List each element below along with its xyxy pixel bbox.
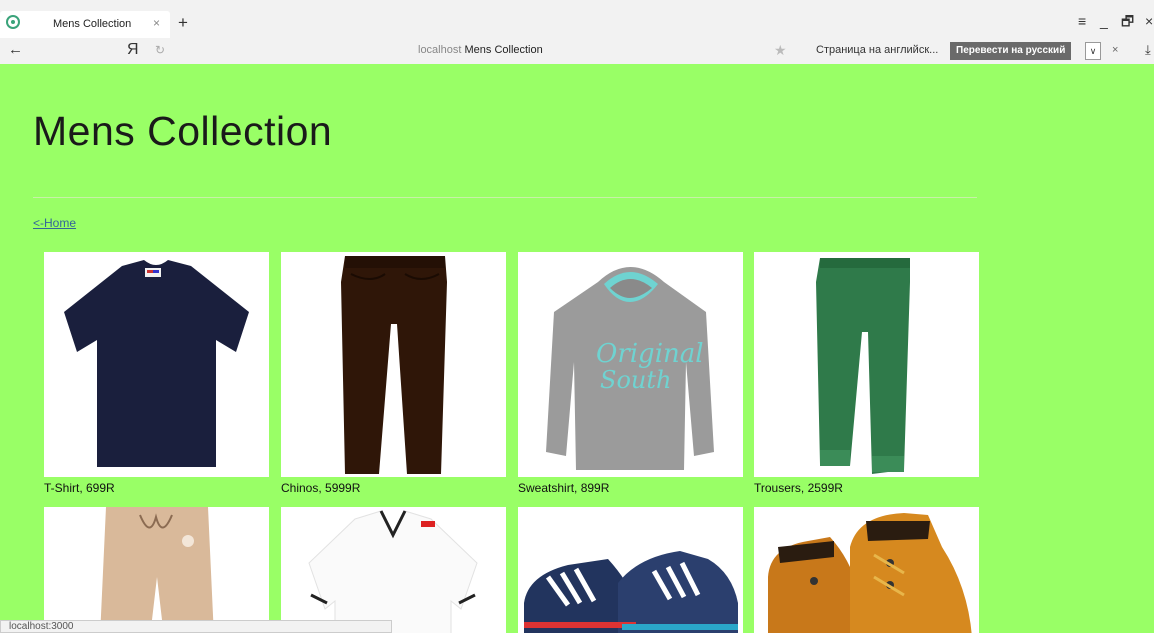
minimize-button[interactable]: _ — [1100, 14, 1108, 28]
product-card[interactable]: T-Shirt, 699R — [44, 252, 269, 495]
tab-close-icon[interactable]: × — [153, 16, 160, 30]
home-link[interactable]: <-Home — [33, 216, 76, 230]
sweatshirt-image[interactable]: Original South — [518, 252, 743, 477]
product-card[interactable]: Original South Sweatshirt, 899R — [518, 252, 743, 495]
svg-text:South: South — [600, 366, 671, 394]
tshirt-image[interactable] — [44, 252, 269, 477]
chinos-image[interactable] — [281, 252, 506, 477]
address-bar: ← Я ↻ localhost Mens Collection ★ Страни… — [0, 38, 1154, 64]
product-card[interactable]: Chinos, 5999R — [281, 252, 506, 495]
browser-tab[interactable]: Mens Collection × — [0, 11, 170, 38]
url-page-title: Mens Collection — [464, 44, 543, 56]
translate-dropdown-icon[interactable]: ∨ — [1085, 42, 1101, 60]
polo-image[interactable] — [281, 507, 506, 633]
product-card[interactable]: Trousers, 2599R — [754, 252, 979, 495]
download-icon[interactable]: ⤓ — [1145, 42, 1151, 58]
product-card[interactable] — [281, 507, 506, 633]
favicon-icon — [6, 15, 20, 29]
tab-bar: Mens Collection × + ≡ _ 🗗 × — [0, 0, 1154, 38]
url-field[interactable]: localhost Mens Collection — [418, 44, 543, 56]
product-card[interactable] — [44, 507, 269, 633]
tab-title: Mens Collection — [53, 18, 132, 30]
reload-icon[interactable]: ↻ — [155, 43, 165, 57]
product-card[interactable] — [518, 507, 743, 633]
trousers-image[interactable] — [754, 252, 979, 477]
product-caption: Sweatshirt, 899R — [518, 481, 610, 495]
boots-image[interactable] — [754, 507, 979, 633]
page-title: Mens Collection — [33, 108, 333, 154]
translate-close-icon[interactable]: × — [1112, 44, 1118, 56]
back-arrow-icon[interactable]: ← — [8, 41, 23, 58]
shorts-image[interactable] — [44, 507, 269, 633]
new-tab-button[interactable]: + — [178, 14, 188, 31]
bookmark-star-icon[interactable]: ★ — [774, 42, 787, 59]
restore-button[interactable]: 🗗 — [1121, 14, 1134, 28]
url-host: localhost — [418, 44, 462, 56]
product-card[interactable] — [754, 507, 979, 633]
translate-prompt: Страница на английск... — [816, 44, 939, 56]
product-caption: Trousers, 2599R — [754, 481, 843, 495]
divider — [33, 197, 977, 198]
svg-text:Original: Original — [596, 339, 704, 369]
product-caption: Chinos, 5999R — [281, 481, 361, 495]
product-caption: T-Shirt, 699R — [44, 481, 115, 495]
status-bar: localhost:3000 — [0, 620, 392, 633]
menu-icon[interactable]: ≡ — [1078, 14, 1086, 28]
translate-button[interactable]: Перевести на русский — [950, 42, 1072, 60]
yandex-logo-icon[interactable]: Я — [127, 41, 139, 59]
sneakers-image[interactable] — [518, 507, 743, 633]
close-window-button[interactable]: × — [1145, 14, 1153, 28]
